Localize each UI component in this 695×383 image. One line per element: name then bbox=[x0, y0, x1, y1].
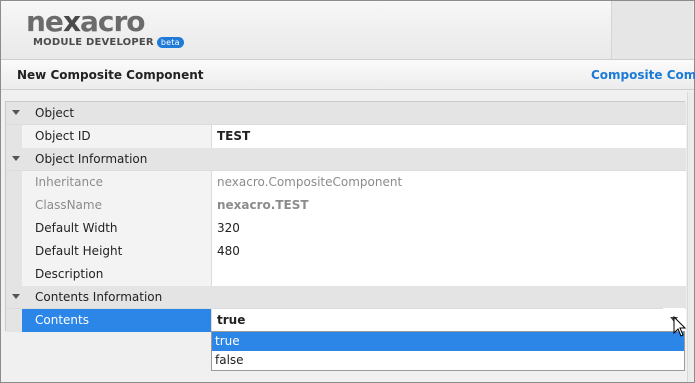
dropdown-option-true[interactable]: true bbox=[212, 332, 684, 351]
property-key: Inheritance bbox=[22, 171, 212, 194]
contents-combo-value[interactable]: true bbox=[212, 309, 686, 332]
property-row-description[interactable]: Description bbox=[6, 263, 686, 286]
header: nexacro MODULE DEVELOPER beta bbox=[1, 1, 611, 59]
title-bar: New Composite Component Composite Compo bbox=[1, 59, 695, 90]
right-edge-panel bbox=[687, 92, 694, 382]
mouse-pointer-icon bbox=[673, 316, 687, 337]
logo-wordmark: nexacro bbox=[26, 5, 146, 38]
property-key: ClassName bbox=[22, 194, 212, 217]
property-row-classname: ClassName nexacro.TEST bbox=[6, 194, 686, 217]
triangle-down-icon[interactable] bbox=[12, 294, 20, 299]
property-key: Contents bbox=[22, 309, 212, 332]
logo-subtitle: MODULE DEVELOPER beta bbox=[33, 37, 184, 48]
group-object[interactable]: Object bbox=[6, 102, 686, 125]
property-row-object-id[interactable]: Object ID TEST bbox=[6, 125, 686, 148]
row-gutter bbox=[6, 240, 22, 263]
row-gutter bbox=[6, 171, 22, 194]
property-value: nexacro.CompositeComponent bbox=[212, 171, 686, 194]
row-gutter bbox=[6, 263, 22, 286]
property-value: nexacro.TEST bbox=[212, 194, 686, 217]
group-label: Object Information bbox=[35, 152, 148, 166]
property-value-input[interactable]: TEST bbox=[212, 125, 686, 148]
beta-badge: beta bbox=[156, 37, 184, 48]
property-value-input[interactable] bbox=[212, 263, 686, 286]
contents-dropdown-list[interactable]: true false bbox=[211, 331, 685, 371]
property-value-input[interactable]: 480 bbox=[212, 240, 686, 263]
row-gutter bbox=[6, 125, 22, 148]
page-title: New Composite Component bbox=[17, 68, 204, 82]
property-row-inheritance: Inheritance nexacro.CompositeComponent bbox=[6, 171, 686, 194]
row-gutter bbox=[6, 309, 22, 332]
property-grid: Object Object ID TEST Object Information… bbox=[5, 101, 686, 332]
property-key: Default Width bbox=[22, 217, 212, 240]
property-key: Default Height bbox=[22, 240, 212, 263]
property-row-default-height[interactable]: Default Height 480 bbox=[6, 240, 686, 263]
group-label: Contents Information bbox=[35, 290, 163, 304]
property-row-default-width[interactable]: Default Width 320 bbox=[6, 217, 686, 240]
row-gutter bbox=[6, 217, 22, 240]
header-right-panel bbox=[611, 1, 693, 59]
row-gutter bbox=[6, 194, 22, 217]
group-object-information[interactable]: Object Information bbox=[6, 148, 686, 171]
dropdown-option-false[interactable]: false bbox=[212, 351, 684, 370]
property-value-input[interactable]: 320 bbox=[212, 217, 686, 240]
triangle-down-icon[interactable] bbox=[12, 110, 20, 115]
property-key: Object ID bbox=[22, 125, 212, 148]
group-contents-information[interactable]: Contents Information bbox=[6, 286, 686, 309]
nexacro-logo: nexacro MODULE DEVELOPER beta bbox=[26, 7, 184, 48]
property-row-contents[interactable]: Contents true bbox=[6, 309, 686, 332]
composite-component-link[interactable]: Composite Compo bbox=[591, 68, 695, 82]
triangle-down-icon[interactable] bbox=[12, 156, 20, 161]
group-label: Object bbox=[35, 106, 75, 120]
property-key: Description bbox=[22, 263, 212, 286]
